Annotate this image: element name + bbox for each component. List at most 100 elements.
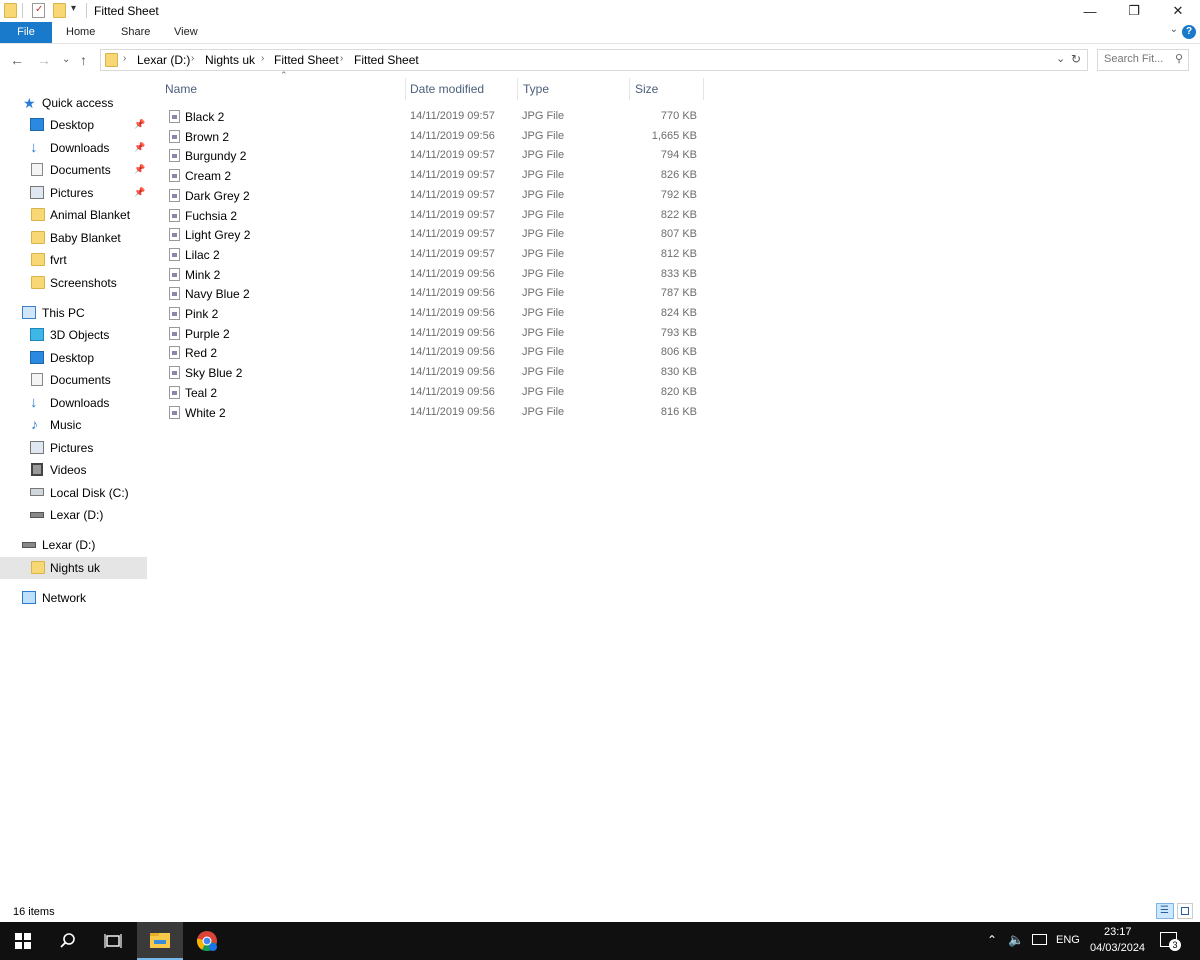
breadcrumb-lexar[interactable]: Lexar (D:) — [137, 53, 190, 67]
column-header-date[interactable]: Date modified — [410, 82, 484, 96]
sidebar-item-documents[interactable]: Documents 📌 — [0, 159, 147, 181]
close-button[interactable]: ✕ — [1156, 0, 1200, 22]
details-view-button[interactable]: ☰ — [1156, 903, 1174, 919]
table-row[interactable]: Mink 2 14/11/2019 09:56 JPG File 833 KB — [160, 264, 705, 284]
breadcrumb-separator[interactable]: › — [261, 53, 264, 64]
sidebar-item-pictures[interactable]: Pictures 📌 — [0, 182, 147, 204]
search-input[interactable]: Search Fit... ⚲ — [1097, 49, 1189, 71]
tab-share[interactable]: Share — [107, 22, 164, 43]
properties-icon[interactable]: ✓ — [32, 3, 45, 18]
sidebar-item-desktop[interactable]: Desktop 📌 — [0, 114, 147, 136]
table-row[interactable]: Pink 2 14/11/2019 09:56 JPG File 824 KB — [160, 303, 705, 323]
clock-time[interactable]: 23:17 — [1104, 926, 1132, 938]
table-row[interactable]: Sky Blue 2 14/11/2019 09:56 JPG File 830 KB — [160, 362, 705, 382]
file-type: JPG File — [522, 188, 565, 201]
table-row[interactable]: Purple 2 14/11/2019 09:56 JPG File 793 KB — [160, 323, 705, 343]
minimize-button[interactable]: — — [1068, 0, 1112, 22]
breadcrumb-separator[interactable]: › — [191, 53, 194, 64]
sidebar-item-pc-downloads[interactable]: ↓ Downloads — [0, 392, 147, 414]
up-button[interactable]: ↑ — [80, 52, 87, 68]
sidebar-item-this-pc[interactable]: This PC — [0, 302, 147, 324]
column-divider[interactable] — [517, 78, 518, 100]
back-button[interactable]: ← — [10, 52, 24, 68]
new-folder-icon[interactable] — [53, 3, 66, 18]
column-header-name[interactable]: Name — [165, 82, 197, 96]
column-divider[interactable] — [405, 78, 406, 100]
jpg-file-icon — [169, 405, 180, 419]
table-row[interactable]: Light Grey 2 14/11/2019 09:57 JPG File 807 … — [160, 224, 705, 244]
file-name: Navy Blue 2 — [185, 287, 250, 302]
breadcrumb-separator[interactable]: › — [340, 53, 343, 64]
column-header-type[interactable]: Type — [523, 82, 549, 96]
table-row[interactable]: Teal 2 14/11/2019 09:56 JPG File 820 KB — [160, 382, 705, 402]
sidebar-item-music[interactable]: ♪ Music — [0, 414, 147, 436]
table-row[interactable]: Cream 2 14/11/2019 09:57 JPG File 826 KB — [160, 165, 705, 185]
sidebar-item-pc-pictures[interactable]: Pictures — [0, 437, 147, 459]
network-status-icon[interactable] — [1032, 934, 1047, 945]
pin-icon[interactable]: 📌 — [134, 119, 145, 130]
breadcrumb-fitted-sheet[interactable]: Fitted Sheet — [274, 53, 339, 67]
input-language[interactable]: ENG — [1056, 934, 1080, 946]
sidebar-item-3d-objects[interactable]: 3D Objects — [0, 324, 147, 346]
recent-locations-icon[interactable]: ⌄ — [62, 54, 70, 65]
table-row[interactable]: Fuchsia 2 14/11/2019 09:57 JPG File 822 KB — [160, 205, 705, 225]
volume-icon[interactable]: 🔈 — [1008, 932, 1024, 948]
customize-quick-access-icon[interactable]: ▾ — [71, 3, 76, 14]
file-name: Fuchsia 2 — [185, 208, 238, 223]
table-row[interactable]: Navy Blue 2 14/11/2019 09:56 JPG File 787 K… — [160, 283, 705, 303]
breadcrumb-nights-uk[interactable]: Nights uk — [205, 53, 255, 67]
address-bar[interactable]: › Lexar (D:) › Nights uk › Fitted Sheet … — [100, 49, 1088, 71]
sidebar-item-nights-uk[interactable]: Nights uk — [0, 557, 147, 579]
sidebar-item-network[interactable]: Network — [0, 587, 147, 609]
chrome-taskbar-button[interactable] — [184, 922, 230, 960]
action-center-icon[interactable]: 3 — [1160, 932, 1181, 951]
tab-home[interactable]: Home — [52, 22, 109, 43]
table-row[interactable]: Dark Grey 2 14/11/2019 09:57 JPG File 792 K… — [160, 185, 705, 205]
expand-ribbon-icon[interactable]: ⌄ — [1170, 24, 1178, 35]
column-divider[interactable] — [629, 78, 630, 100]
sidebar-item-quick-access[interactable]: ★ Quick access — [0, 92, 147, 114]
table-row[interactable]: White 2 14/11/2019 09:56 JPG File 816 KB — [160, 402, 705, 422]
start-button[interactable] — [0, 922, 46, 960]
show-hidden-icons-icon[interactable]: ⌃ — [987, 933, 997, 947]
table-row[interactable]: Brown 2 14/11/2019 09:56 JPG File 1,665 KB — [160, 126, 705, 146]
sidebar-item-animal-blanket[interactable]: Animal Blanket — [0, 204, 147, 226]
task-view-button[interactable] — [90, 922, 136, 960]
file-explorer-taskbar-button[interactable] — [137, 922, 183, 960]
tab-file[interactable]: File — [0, 22, 52, 43]
help-icon[interactable]: ? — [1182, 25, 1196, 39]
sidebar-item-pc-lexar[interactable]: Lexar (D:) — [0, 504, 147, 526]
address-dropdown-icon[interactable]: ⌄ — [1056, 52, 1065, 65]
file-size: 824 KB — [660, 307, 697, 319]
sidebar-item-label: Documents — [50, 373, 111, 387]
table-row[interactable]: Burgundy 2 14/11/2019 09:57 JPG File 794 KB — [160, 145, 705, 165]
refresh-icon[interactable]: ↻ — [1071, 52, 1081, 66]
sidebar-item-label: This PC — [42, 306, 85, 320]
clock-date[interactable]: 04/03/2024 — [1090, 942, 1145, 954]
table-row[interactable]: Red 2 14/11/2019 09:56 JPG File 806 KB — [160, 342, 705, 362]
breadcrumb-separator[interactable]: › — [123, 53, 126, 64]
sidebar-item-videos[interactable]: Videos — [0, 459, 147, 481]
search-button[interactable] — [45, 922, 91, 960]
breadcrumb-fitted-sheet-current[interactable]: Fitted Sheet — [354, 53, 419, 67]
column-header-size[interactable]: Size — [635, 82, 658, 96]
table-row[interactable]: Lilac 2 14/11/2019 09:57 JPG File 812 KB — [160, 244, 705, 264]
restore-button[interactable]: ❐ — [1112, 0, 1156, 22]
pin-icon[interactable]: 📌 — [134, 142, 145, 153]
pin-icon[interactable]: 📌 — [134, 164, 145, 175]
sidebar-item-pc-desktop[interactable]: Desktop — [0, 347, 147, 369]
column-divider[interactable] — [703, 78, 704, 100]
large-icons-view-button[interactable] — [1177, 903, 1193, 919]
sidebar-item-pc-documents[interactable]: Documents — [0, 369, 147, 391]
sidebar-item-screenshots[interactable]: Screenshots — [0, 272, 147, 294]
sidebar-item-baby-blanket[interactable]: Baby Blanket — [0, 227, 147, 249]
forward-button[interactable]: → — [37, 52, 51, 68]
file-date-modified: 14/11/2019 09:56 — [410, 405, 495, 418]
tab-view[interactable]: View — [160, 22, 212, 43]
sidebar-item-downloads[interactable]: ↓ Downloads 📌 — [0, 137, 147, 159]
pin-icon[interactable]: 📌 — [134, 187, 145, 198]
sidebar-item-fvrt[interactable]: fvrt — [0, 249, 147, 271]
table-row[interactable]: Black 2 14/11/2019 09:57 JPG File 770 KB — [160, 106, 705, 126]
sidebar-item-local-disk[interactable]: Local Disk (C:) — [0, 482, 147, 504]
sidebar-item-lexar-drive[interactable]: Lexar (D:) — [0, 534, 147, 556]
